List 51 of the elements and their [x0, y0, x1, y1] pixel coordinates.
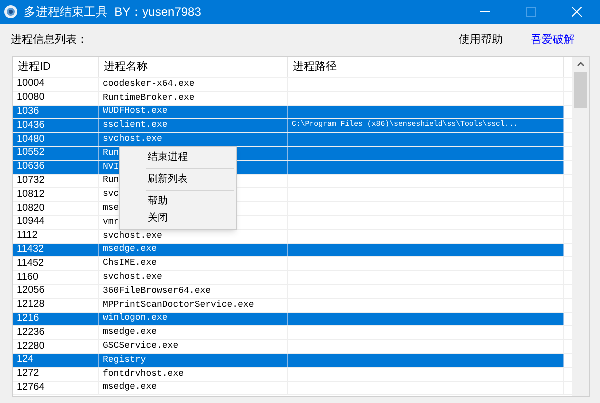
- table-cell: coodesker-x64.exe: [99, 78, 288, 91]
- table-cell: 10812: [13, 188, 99, 202]
- table-cell: WUDFHost.exe: [99, 106, 288, 118]
- window-title: 多进程结束工具 BY：yusen7983: [24, 4, 202, 21]
- table-cell: 10004: [13, 78, 99, 91]
- app-icon: [4, 5, 18, 19]
- column-header[interactable]: 进程名称: [99, 57, 288, 77]
- table-cell: Registry: [99, 354, 288, 367]
- table-cell: 1216: [13, 312, 99, 326]
- table-cell: svchost.exe: [99, 271, 288, 284]
- table-cell: 1112: [13, 230, 99, 243]
- table-cell: 10944: [13, 216, 99, 229]
- table-cell: 12764: [13, 382, 99, 394]
- table-cell: 10080: [13, 92, 99, 105]
- table-cell: 1036: [13, 106, 99, 118]
- table-cell: GSCService.exe: [99, 340, 288, 353]
- table-cell: 12236: [13, 326, 99, 340]
- table-cell: 10636: [13, 160, 99, 174]
- table-cell: 12280: [13, 340, 99, 353]
- scrollbar[interactable]: [572, 57, 589, 396]
- table-cell: fontdrvhost.exe: [99, 368, 288, 381]
- scroll-thumb[interactable]: [574, 72, 588, 108]
- table-cell: 12056: [13, 284, 99, 298]
- table-cell: 360FileBrowser64.exe: [99, 284, 288, 298]
- table-cell: ssclient.exe: [99, 119, 288, 132]
- close-icon[interactable]: [572, 7, 582, 17]
- table-cell: 1272: [13, 368, 99, 381]
- table-cell: 10480: [13, 133, 99, 146]
- table-cell: winlogon.exe: [99, 312, 288, 326]
- table-cell: 12128: [13, 298, 99, 312]
- list-label: 进程信息列表：: [11, 32, 88, 48]
- table-cell: ChsIME.exe: [99, 257, 288, 270]
- table-cell: 10436: [13, 119, 99, 132]
- table-cell: 10732: [13, 174, 99, 188]
- site-link[interactable]: 吾爱破解: [531, 32, 575, 48]
- column-header[interactable]: 进程路径: [288, 57, 564, 77]
- scroll-up-icon[interactable]: [576, 62, 585, 67]
- table-cell: 124: [13, 354, 99, 367]
- table-cell: 10820: [13, 202, 99, 215]
- table-cell: RuntimeBroker.exe: [99, 92, 288, 105]
- table-cell: msedge.exe: [99, 326, 288, 340]
- table-cell: 1160: [13, 271, 99, 284]
- help-link[interactable]: 使用帮助: [459, 32, 503, 48]
- table-cell: 11452: [13, 257, 99, 270]
- table-cell: MPPrintScanDoctorService.exe: [99, 298, 288, 312]
- table-cell: msedge.exe: [99, 244, 288, 256]
- table-cell: msedge.exe: [99, 382, 288, 394]
- table-cell: svchost.exe: [99, 133, 288, 146]
- column-header[interactable]: 进程ID: [13, 57, 99, 77]
- table-cell: 10552: [13, 146, 99, 160]
- table-cell: 11432: [13, 244, 99, 256]
